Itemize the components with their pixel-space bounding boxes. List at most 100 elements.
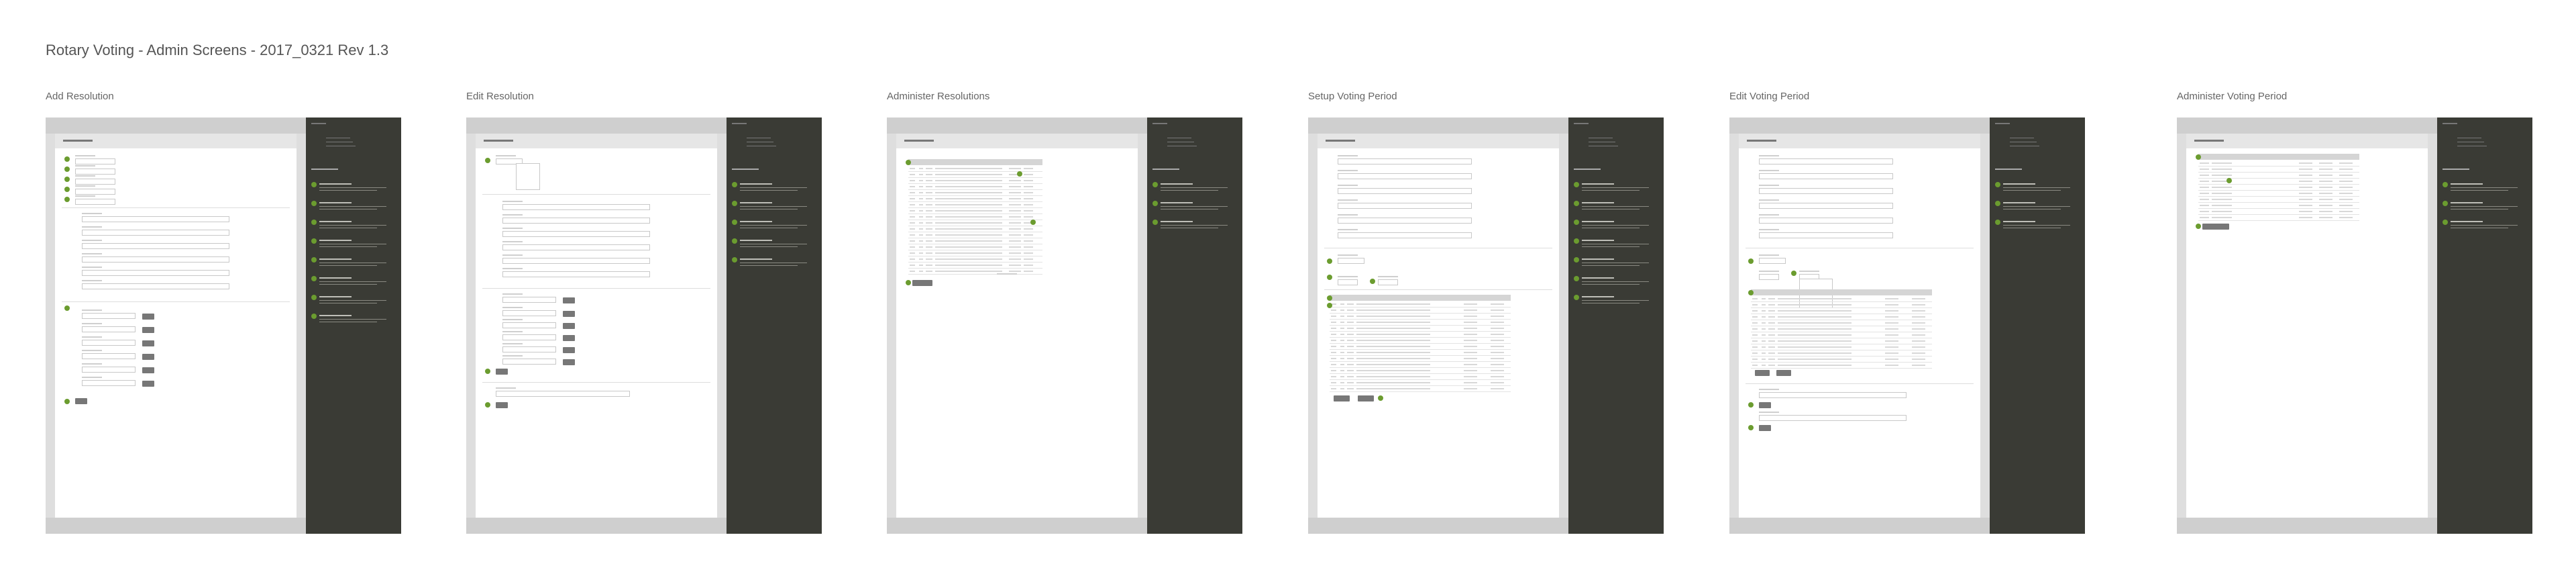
text-field[interactable] (502, 231, 650, 237)
text-field[interactable] (1378, 279, 1398, 285)
table-row[interactable] (2198, 167, 2359, 173)
text-field[interactable] (502, 334, 556, 340)
text-field[interactable] (502, 271, 650, 277)
text-field[interactable] (502, 322, 556, 328)
action-button[interactable] (563, 311, 575, 317)
table-row[interactable] (1330, 320, 1511, 326)
action-button[interactable] (1358, 395, 1374, 401)
action-button[interactable] (912, 280, 932, 286)
action-button[interactable] (2202, 224, 2229, 230)
action-button[interactable] (1334, 395, 1350, 401)
table-row[interactable] (1330, 374, 1511, 380)
text-field[interactable] (82, 326, 136, 332)
table-row[interactable] (908, 244, 1042, 250)
action-button[interactable] (142, 327, 154, 333)
table-row[interactable] (1751, 314, 1932, 320)
table-row[interactable] (2198, 203, 2359, 209)
text-field[interactable] (502, 310, 556, 316)
text-field[interactable] (1759, 274, 1779, 280)
table-row[interactable] (1330, 301, 1511, 307)
table-row[interactable] (908, 256, 1042, 263)
text-field[interactable] (82, 270, 229, 276)
table-row[interactable] (1330, 350, 1511, 356)
table-row[interactable] (1330, 362, 1511, 368)
text-field[interactable] (75, 189, 115, 195)
text-field[interactable] (1338, 232, 1472, 238)
text-field[interactable] (1759, 188, 1893, 194)
text-field[interactable] (1338, 203, 1472, 209)
text-field[interactable] (82, 313, 136, 319)
action-button[interactable] (1755, 370, 1770, 376)
action-button[interactable] (563, 347, 575, 353)
table-row[interactable] (908, 202, 1042, 208)
table-row[interactable] (908, 196, 1042, 202)
text-field[interactable] (1338, 279, 1358, 285)
dropdown-menu[interactable] (516, 163, 540, 190)
table-row[interactable] (2198, 209, 2359, 215)
text-field[interactable] (82, 230, 229, 236)
table-row[interactable] (1330, 338, 1511, 344)
text-field[interactable] (75, 158, 115, 164)
table-row[interactable] (1751, 296, 1932, 302)
table-row[interactable] (1751, 320, 1932, 326)
text-field[interactable] (1759, 218, 1893, 224)
text-field[interactable] (1338, 258, 1364, 264)
text-field[interactable] (1338, 188, 1472, 194)
table-row[interactable] (2198, 215, 2359, 221)
table-row[interactable] (1751, 350, 1932, 357)
text-field[interactable] (82, 256, 229, 263)
table-row[interactable] (1751, 326, 1932, 332)
table-row[interactable] (2198, 191, 2359, 197)
text-field[interactable] (502, 346, 556, 352)
table-row[interactable] (908, 269, 1042, 275)
text-field[interactable] (502, 359, 556, 365)
action-button[interactable] (563, 335, 575, 341)
action-button[interactable] (142, 367, 154, 373)
table-row[interactable] (908, 226, 1042, 232)
text-field[interactable] (502, 244, 650, 250)
action-button[interactable] (75, 398, 87, 404)
table-row[interactable] (908, 172, 1042, 178)
table-row[interactable] (2198, 179, 2359, 185)
text-field[interactable] (82, 283, 229, 289)
table-row[interactable] (908, 190, 1042, 196)
table-row[interactable] (908, 250, 1042, 256)
text-field[interactable] (1759, 258, 1786, 264)
table-row[interactable] (1330, 368, 1511, 374)
table-row[interactable] (1330, 344, 1511, 350)
text-field[interactable] (502, 258, 650, 264)
text-field[interactable] (82, 380, 136, 386)
action-button[interactable] (496, 369, 508, 375)
text-field[interactable] (82, 243, 229, 249)
text-field[interactable] (1759, 173, 1893, 179)
text-field[interactable] (82, 340, 136, 346)
table-row[interactable] (1751, 308, 1932, 314)
table-row[interactable] (908, 232, 1042, 238)
text-field[interactable] (496, 391, 630, 397)
table-row[interactable] (1751, 302, 1932, 308)
action-button[interactable] (1759, 425, 1771, 431)
action-button[interactable] (563, 297, 575, 303)
text-field[interactable] (82, 367, 136, 373)
text-field[interactable] (1759, 392, 1907, 398)
action-button[interactable] (142, 314, 154, 320)
text-field[interactable] (82, 353, 136, 359)
text-field[interactable] (1338, 158, 1472, 164)
text-field[interactable] (1759, 203, 1893, 209)
table-row[interactable] (1330, 326, 1511, 332)
table-row[interactable] (908, 220, 1042, 226)
table-row[interactable] (1751, 332, 1932, 338)
action-button[interactable] (1759, 402, 1771, 408)
table-row[interactable] (1330, 314, 1511, 320)
text-field[interactable] (1338, 173, 1472, 179)
text-field[interactable] (1759, 232, 1893, 238)
action-button[interactable] (1776, 370, 1791, 376)
text-field[interactable] (1338, 218, 1472, 224)
text-field[interactable] (1759, 158, 1893, 164)
table-row[interactable] (908, 166, 1042, 172)
table-row[interactable] (1751, 357, 1932, 363)
table-row[interactable] (2198, 160, 2359, 167)
action-button[interactable] (563, 359, 575, 365)
table-row[interactable] (1330, 332, 1511, 338)
action-button[interactable] (142, 340, 154, 346)
